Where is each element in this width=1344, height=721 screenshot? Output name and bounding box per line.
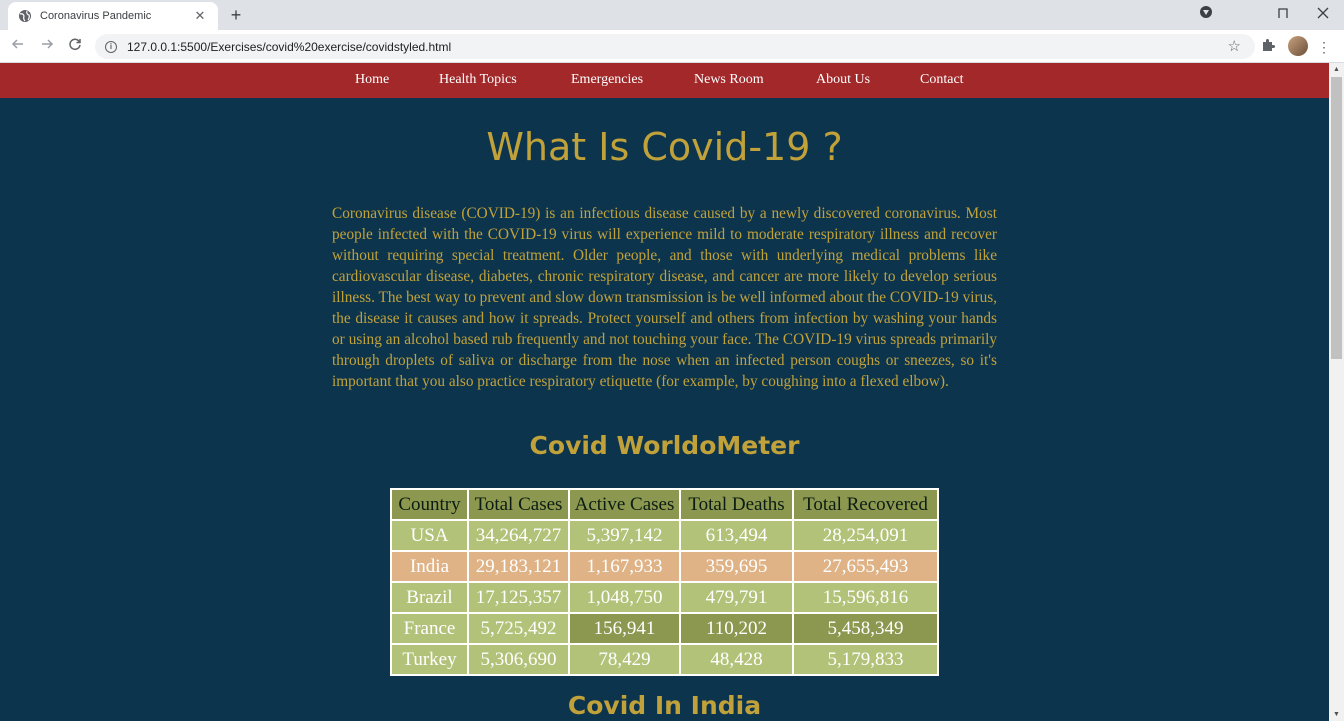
table-cell: 34,264,727 — [467, 519, 570, 552]
tab-title: Coronavirus Pandemic — [40, 10, 152, 22]
nav-contact[interactable]: Contact — [920, 72, 964, 88]
avatar[interactable] — [1288, 36, 1308, 56]
scroll-up-arrow-icon[interactable]: ▲ — [1333, 66, 1340, 73]
page-title: What Is Covid-19 ? — [486, 125, 843, 169]
table-cell: Brazil — [390, 581, 469, 614]
table-header-row: Country Total Cases Active Cases Total D… — [390, 488, 939, 521]
profile-icon[interactable] — [1192, 3, 1220, 25]
scrollbar-thumb[interactable] — [1331, 77, 1342, 359]
close-tab-icon[interactable]: ✕ — [192, 8, 208, 24]
column-header: Total Cases — [467, 488, 570, 521]
table-cell: 5,306,690 — [467, 643, 570, 676]
table-cell: 1,048,750 — [568, 581, 681, 614]
nav-home[interactable]: Home — [355, 72, 389, 88]
browser-tab[interactable]: Coronavirus Pandemic ✕ — [8, 2, 218, 30]
extensions-puzzle-icon[interactable] — [1257, 36, 1279, 58]
page-scrollbar[interactable]: ▲ ▼ — [1329, 63, 1344, 721]
table-row: Brazil 17,125,357 1,048,750 479,791 15,5… — [390, 581, 939, 614]
url-text: 127.0.0.1:5500/Exercises/covid%20exercis… — [127, 39, 452, 54]
table-cell: 359,695 — [679, 550, 794, 583]
restore-window-icon[interactable] — [1269, 3, 1297, 25]
reload-icon[interactable] — [64, 36, 86, 58]
bookmark-star-icon[interactable]: ☆ — [1228, 37, 1241, 55]
table-cell: 613,494 — [679, 519, 794, 552]
table-cell: 15,596,816 — [792, 581, 939, 614]
nav-health-topics[interactable]: Health Topics — [439, 72, 517, 88]
table-cell: 27,655,493 — [792, 550, 939, 583]
table-cell: 1,167,933 — [568, 550, 681, 583]
column-header: Active Cases — [568, 488, 681, 521]
table-cell: 17,125,357 — [467, 581, 570, 614]
table-cell: 78,429 — [568, 643, 681, 676]
address-bar[interactable]: i 127.0.0.1:5500/Exercises/covid%20exerc… — [95, 34, 1255, 59]
covid-india-heading: Covid In India — [567, 691, 762, 720]
forward-icon[interactable] — [36, 36, 58, 58]
scroll-down-arrow-icon[interactable]: ▼ — [1333, 711, 1340, 718]
column-header: Total Recovered — [792, 488, 939, 521]
browser-toolbar: i 127.0.0.1:5500/Exercises/covid%20exerc… — [0, 30, 1344, 63]
worldometer-heading: Covid WorldoMeter — [529, 431, 800, 460]
table-cell: USA — [390, 519, 469, 552]
globe-icon — [19, 10, 31, 22]
menu-kebab-icon[interactable]: ⋮ — [1313, 36, 1335, 58]
table-cell: 5,725,492 — [467, 612, 570, 645]
browser-tab-strip: Coronavirus Pandemic ✕ + — [0, 0, 1344, 30]
table-cell: 5,458,349 — [792, 612, 939, 645]
table-row: Turkey 5,306,690 78,429 48,428 5,179,833 — [390, 643, 939, 676]
column-header: Total Deaths — [679, 488, 794, 521]
table-cell: India — [390, 550, 469, 583]
table-cell: 29,183,121 — [467, 550, 570, 583]
back-icon[interactable] — [7, 36, 29, 58]
intro-paragraph: Coronavirus disease (COVID-19) is an inf… — [332, 205, 997, 390]
table-cell: Turkey — [390, 643, 469, 676]
column-header: Country — [390, 488, 469, 521]
table-cell: 110,202 — [679, 612, 794, 645]
nav-about-us[interactable]: About Us — [816, 72, 870, 88]
nav-emergencies[interactable]: Emergencies — [571, 72, 643, 88]
site-navbar: Home Health Topics Emergencies News Room… — [0, 63, 1329, 98]
new-tab-button[interactable]: + — [226, 5, 246, 25]
table-cell: 5,397,142 — [568, 519, 681, 552]
close-window-icon[interactable] — [1309, 3, 1337, 25]
table-cell: 479,791 — [679, 581, 794, 614]
table-row-highlighted: India 29,183,121 1,167,933 359,695 27,65… — [390, 550, 939, 583]
worldometer-table: Country Total Cases Active Cases Total D… — [390, 488, 939, 676]
table-cell: 28,254,091 — [792, 519, 939, 552]
table-row: USA 34,264,727 5,397,142 613,494 28,254,… — [390, 519, 939, 552]
table-row: France 5,725,492 156,941 110,202 5,458,3… — [390, 612, 939, 645]
nav-news-room[interactable]: News Room — [694, 72, 764, 88]
table-cell: 48,428 — [679, 643, 794, 676]
page-viewport: Home Health Topics Emergencies News Room… — [0, 63, 1329, 721]
info-icon[interactable]: i — [105, 40, 117, 53]
table-cell: 156,941 — [568, 612, 681, 645]
table-cell: 5,179,833 — [792, 643, 939, 676]
table-cell: France — [390, 612, 469, 645]
